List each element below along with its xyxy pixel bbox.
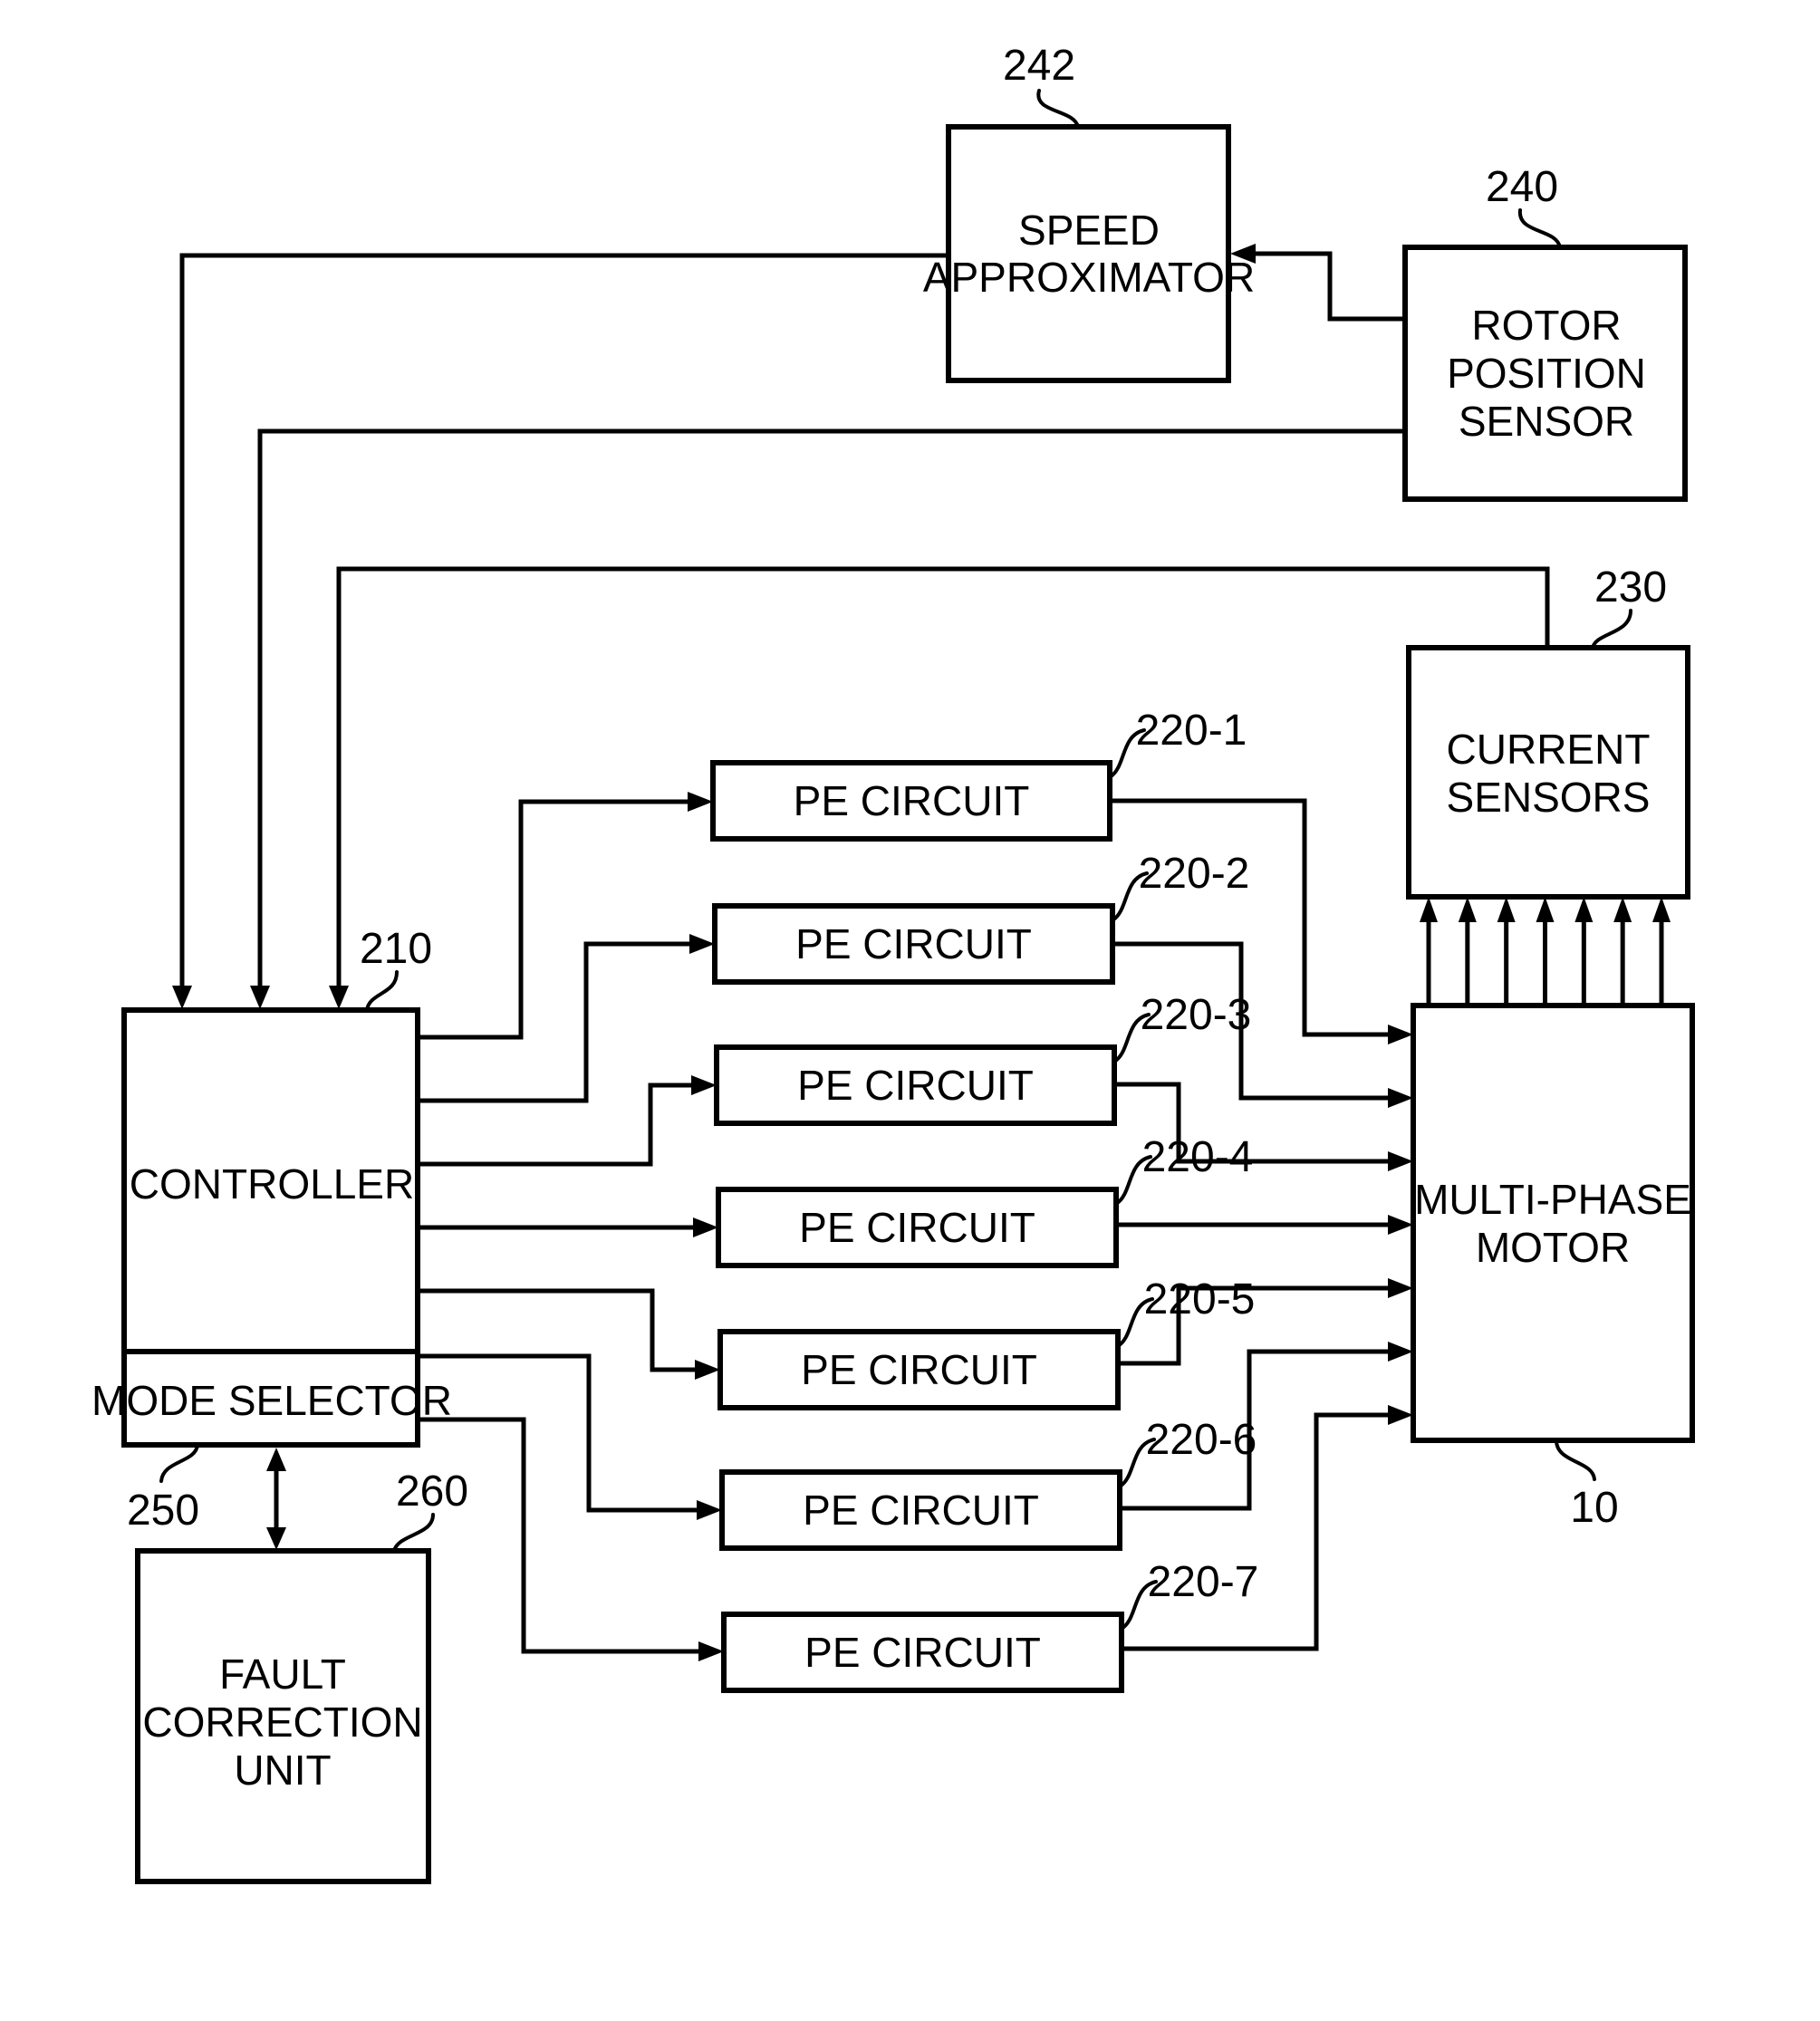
current-sense-arrowhead <box>1497 897 1516 922</box>
fault-line2: CORRECTION <box>142 1699 422 1746</box>
current-sense-arrowhead <box>1420 897 1438 922</box>
motor-line1: MULTI-PHASE <box>1414 1176 1691 1223</box>
fault-line1: FAULT <box>219 1650 346 1698</box>
motor-input-arrowhead <box>1388 1025 1413 1044</box>
rotor-position-sensor-block: ROTOR POSITION SENSOR <box>1402 245 1688 502</box>
pe-circuit-label: PE CIRCUIT <box>795 920 1032 967</box>
pe-input-arrowhead <box>688 792 713 812</box>
wire-ctrl-pe7 <box>415 1417 700 1654</box>
pe-input-arrowhead <box>691 1075 717 1095</box>
pe-input-arrowhead <box>689 934 715 954</box>
pe-ref-label: 220-7 <box>1148 1558 1259 1606</box>
ref-label-250: 250 <box>127 1487 199 1535</box>
ref-label-260: 260 <box>396 1468 468 1516</box>
leader-242 <box>1036 89 1080 129</box>
motor-input-arrowhead <box>1388 1088 1413 1108</box>
pe-ref-label: 220-2 <box>1139 850 1250 898</box>
pe-circuit-label: PE CIRCUIT <box>803 1487 1039 1534</box>
pe-circuit-label: PE CIRCUIT <box>804 1629 1041 1676</box>
leader-240 <box>1517 208 1562 249</box>
multi-phase-motor-block: MULTI-PHASE MOTOR <box>1411 1003 1695 1443</box>
pe-circuit-2: PE CIRCUIT 220-2 <box>712 850 1250 985</box>
rotor-line1: ROTOR <box>1471 302 1621 349</box>
speed-approximator-line1: SPEED <box>1018 207 1160 254</box>
ref-label-10: 10 <box>1570 1484 1618 1532</box>
pe-circuit-3: PE CIRCUIT 220-3 <box>714 991 1252 1126</box>
current-sensors-line1: CURRENT <box>1447 726 1651 773</box>
speed-approximator-line2: APPROXIMATOR <box>923 254 1255 301</box>
pe-circuit-1: PE CIRCUIT 220-1 <box>710 707 1247 842</box>
controller-label: CONTROLLER <box>130 1160 414 1208</box>
current-sense-arrowhead <box>1574 897 1594 922</box>
pe-circuit-label: PE CIRCUIT <box>797 1062 1034 1109</box>
pe-ref-label: 220-6 <box>1146 1416 1257 1464</box>
pe-input-arrowhead <box>697 1500 722 1520</box>
rotor-line3: SENSOR <box>1459 398 1634 445</box>
ref-label-240: 240 <box>1486 163 1558 211</box>
wire-rotor-to-speed <box>1251 251 1408 322</box>
leader-250 <box>159 1443 199 1483</box>
pe-circuit-5: PE CIRCUIT 220-5 <box>717 1275 1256 1410</box>
pe-input-arrowhead <box>695 1360 720 1380</box>
current-sensors-block: CURRENT SENSORS <box>1406 645 1690 900</box>
motor-input-arrowhead <box>1388 1278 1413 1298</box>
fault-correction-unit-block: FAULT CORRECTION UNIT <box>135 1548 431 1884</box>
current-sensor-arrows <box>1420 897 1671 1008</box>
motor-input-arrowhead <box>1388 1405 1413 1425</box>
wire-ctrl-pe1 <box>415 799 691 1040</box>
wire-ctrl-pe2 <box>415 941 693 1103</box>
arrowhead-current-to-controller <box>329 986 349 1009</box>
motor-input-arrowhead <box>1388 1151 1413 1171</box>
pe-ref-label: 220-3 <box>1141 991 1252 1039</box>
pe-circuit-label: PE CIRCUIT <box>799 1204 1035 1251</box>
wire-ctrl-pe3 <box>415 1083 695 1167</box>
rotor-line2: POSITION <box>1447 350 1646 397</box>
motor-input-arrowhead <box>1388 1342 1413 1362</box>
leader-230 <box>1591 609 1632 650</box>
pe-circuits: PE CIRCUIT220-1PE CIRCUIT220-2PE CIRCUIT… <box>710 707 1259 1693</box>
pe-ref-label: 220-4 <box>1142 1133 1254 1181</box>
block-diagram: SPEED APPROXIMATOR 242 ROTOR POSITION SE… <box>91 42 1695 1884</box>
arrowhead-to-controller <box>266 1448 286 1471</box>
controller-block: CONTROLLER MODE SELECTOR <box>91 1007 452 1448</box>
current-sense-arrowhead <box>1613 897 1632 922</box>
ref-label-230: 230 <box>1594 563 1667 611</box>
ref-label-210: 210 <box>360 925 432 973</box>
pe-circuit-4: PE CIRCUIT 220-4 <box>716 1133 1254 1268</box>
leader-260 <box>392 1513 435 1553</box>
fault-line3: UNIT <box>234 1747 331 1794</box>
current-sensors-line2: SENSORS <box>1447 774 1651 821</box>
leader-10 <box>1555 1439 1596 1481</box>
pe-ref-label: 220-1 <box>1136 707 1247 755</box>
pe-circuit-6: PE CIRCUIT 220-6 <box>719 1416 1257 1551</box>
pe-ref-label: 220-5 <box>1144 1275 1256 1323</box>
motor-input-arrowhead <box>1388 1215 1413 1235</box>
motor-input-arrowheads <box>1388 1025 1413 1425</box>
arrowhead-rotor-to-controller <box>250 986 270 1009</box>
arrowhead-speed-to-controller <box>172 986 192 1009</box>
speed-approximator-block: SPEED APPROXIMATOR <box>923 124 1255 383</box>
current-sense-arrowhead <box>1458 897 1477 922</box>
ref-label-242: 242 <box>1003 42 1075 90</box>
pe-input-arrowhead <box>693 1217 718 1237</box>
wire-speed-to-controller <box>179 253 951 990</box>
pe-circuit-label: PE CIRCUIT <box>794 777 1030 824</box>
pe-circuit-7: PE CIRCUIT 220-7 <box>721 1558 1259 1693</box>
current-sense-arrowhead <box>1652 897 1671 922</box>
mode-selector-label: MODE SELECTOR <box>91 1377 452 1424</box>
pe-input-arrowhead <box>698 1641 724 1661</box>
leader-210 <box>365 970 399 1012</box>
motor-line2: MOTOR <box>1476 1224 1630 1271</box>
arrowhead-to-fault <box>266 1527 286 1550</box>
current-sense-arrowhead <box>1536 897 1555 922</box>
pe-circuit-label: PE CIRCUIT <box>801 1346 1037 1393</box>
